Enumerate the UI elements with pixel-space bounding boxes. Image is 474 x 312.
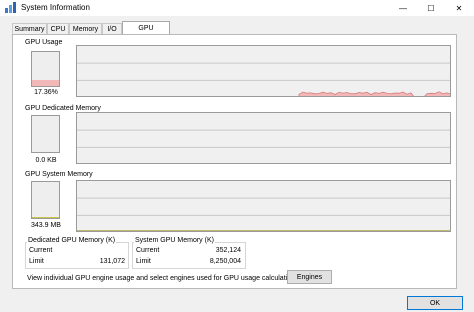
system-information-window: System Information — ☐ ✕ Summary CPU Mem…	[0, 0, 474, 312]
gpu-dedicated-memory-meter	[31, 115, 60, 153]
gpu-system-memory-label: GPU System Memory	[25, 171, 93, 178]
gpu-usage-graph	[76, 45, 451, 97]
system-current-value: 352,124	[215, 247, 241, 254]
gpu-system-memory-meter	[31, 181, 60, 219]
gpu-system-memory-graph	[76, 180, 451, 232]
engines-button[interactable]: Engines	[287, 270, 332, 284]
dedicated-limit-label: Limit	[29, 258, 44, 265]
gpu-usage-area	[298, 91, 450, 96]
gpu-dedicated-memory-graph	[76, 112, 451, 164]
system-limit-value: 8,250,004	[209, 258, 241, 265]
gpu-usage-meter-fill	[32, 80, 59, 86]
system-current-label: Current	[136, 247, 160, 254]
close-button[interactable]: ✕	[446, 0, 472, 16]
dedicated-gpu-memory-group-title: Dedicated GPU Memory (K)	[27, 237, 117, 244]
gpu-usage-history	[77, 62, 450, 96]
dedicated-current-label: Current	[29, 247, 53, 254]
maximize-button[interactable]: ☐	[418, 0, 444, 16]
gpu-dedicated-memory-value: 0.0 KB	[35, 157, 57, 164]
engines-description: View individual GPU engine usage and sel…	[27, 275, 301, 282]
window-title: System Information	[21, 3, 90, 12]
system-limit-label: Limit	[136, 258, 151, 265]
gpu-system-memory-history	[77, 197, 450, 231]
gpu-dedicated-memory-label: GPU Dedicated Memory	[25, 105, 101, 112]
gpu-system-memory-meter-fill	[32, 216, 59, 218]
tab-gpu[interactable]: GPU	[122, 21, 170, 35]
gpu-usage-value: 17.36%	[34, 89, 58, 96]
app-icon	[5, 2, 16, 13]
gpu-system-memory-value: 343.9 MB	[31, 222, 61, 229]
gpu-system-memory-area	[77, 230, 450, 231]
gpu-usage-meter	[31, 51, 60, 87]
system-gpu-memory-group-title: System GPU Memory (K)	[134, 237, 215, 244]
dedicated-limit-value: 131,072	[99, 258, 125, 265]
ok-button[interactable]: OK	[407, 296, 463, 310]
minimize-button[interactable]: —	[390, 0, 416, 16]
title-bar: System Information — ☐ ✕	[0, 0, 474, 16]
gpu-dedicated-memory-history	[77, 129, 450, 148]
gpu-panel: GPU Usage 17.36% GPU Dedicated Memory 0.…	[12, 34, 457, 289]
gpu-usage-label: GPU Usage	[25, 39, 63, 46]
